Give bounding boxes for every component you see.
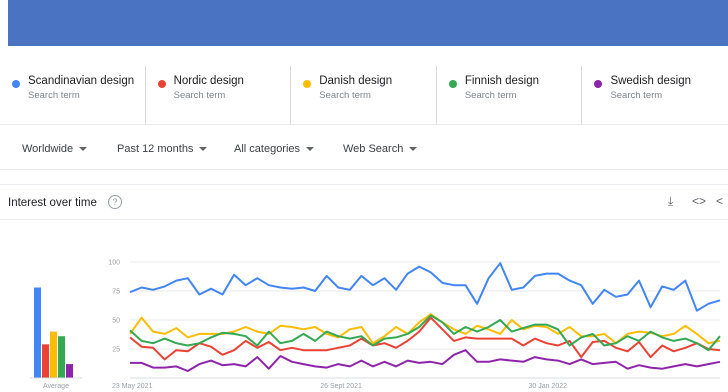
term-label: Nordic design — [173, 75, 244, 87]
series-color-dot — [157, 80, 166, 88]
interest-over-time-header: Interest over time ? ⤓ <> < — [0, 184, 728, 220]
term-card-finnish-design[interactable]: Finnish design Search term — [437, 66, 583, 124]
average-label: Average — [43, 383, 69, 390]
section-title: Interest over time — [8, 197, 97, 209]
series-color-dot — [12, 80, 20, 88]
term-label: Danish design — [319, 75, 393, 87]
search-terms-row: Scandinavian design Search term Nordic d… — [0, 66, 728, 124]
term-label: Scandinavian design — [28, 75, 135, 87]
average-bar — [66, 364, 73, 378]
term-type: Search term — [464, 90, 517, 101]
region-value: Worldwide — [22, 143, 74, 155]
average-bar — [34, 287, 41, 378]
y-tick-label: 50 — [112, 318, 120, 325]
term-type: Search term — [610, 90, 663, 101]
caret-down-icon — [306, 147, 315, 152]
top-banner — [8, 0, 728, 46]
series-color-dot — [448, 80, 457, 88]
term-card-scandinavian-design[interactable]: Scandinavian design Search term — [0, 66, 146, 124]
x-tick-label: 26 Sept 2021 — [320, 383, 362, 390]
y-tick-label: 25 — [112, 347, 120, 354]
series-line — [129, 262, 721, 312]
term-label: Finnish design — [464, 75, 539, 87]
search-type-value: Web Search — [343, 143, 404, 155]
question-circle-icon[interactable]: ? — [108, 195, 122, 209]
filter-bar: Worldwide Past 12 months All categories … — [0, 124, 728, 170]
caret-down-icon — [409, 147, 418, 152]
average-bar — [50, 331, 57, 378]
term-card-swedish-design[interactable]: Swedish design Search term — [582, 66, 728, 124]
average-bar — [42, 344, 49, 378]
caret-down-icon — [199, 147, 208, 152]
series-line — [130, 349, 721, 372]
term-label: Swedish design — [610, 75, 691, 87]
x-tick-label: 23 May 2021 — [112, 383, 153, 390]
share-icon[interactable]: < — [716, 194, 723, 208]
term-card-nordic-design[interactable]: Nordic design Search term — [146, 66, 292, 124]
average-bar — [58, 336, 65, 378]
download-icon[interactable]: ⤓ — [668, 194, 673, 209]
series-lines — [129, 262, 721, 372]
series-color-dot — [594, 80, 603, 88]
y-tick-label: 75 — [112, 289, 120, 296]
category-value: All categories — [234, 143, 301, 155]
code-icon[interactable]: <> — [692, 194, 706, 208]
x-tick-label: 30 Jan 2022 — [528, 383, 567, 390]
caret-down-icon — [79, 147, 88, 152]
term-type: Search term — [173, 90, 226, 101]
term-type: Search term — [319, 90, 371, 101]
category-dropdown[interactable]: All categories — [234, 143, 315, 155]
series-color-dot — [303, 80, 312, 88]
term-type: Search term — [28, 90, 80, 101]
region-dropdown[interactable]: Worldwide — [22, 143, 88, 155]
interest-over-time-chart: 100 75 50 25 23 May 2021 26 Sept 2021 30 Jan 2… — [30, 260, 721, 390]
search-type-dropdown[interactable]: Web Search — [343, 143, 418, 155]
period-dropdown[interactable]: Past 12 months — [117, 143, 208, 155]
term-card-danish-design[interactable]: Danish design Search term — [291, 66, 437, 124]
y-tick-label: 100 — [108, 260, 120, 267]
average-bars — [30, 287, 82, 379]
period-value: Past 12 months — [117, 143, 194, 155]
